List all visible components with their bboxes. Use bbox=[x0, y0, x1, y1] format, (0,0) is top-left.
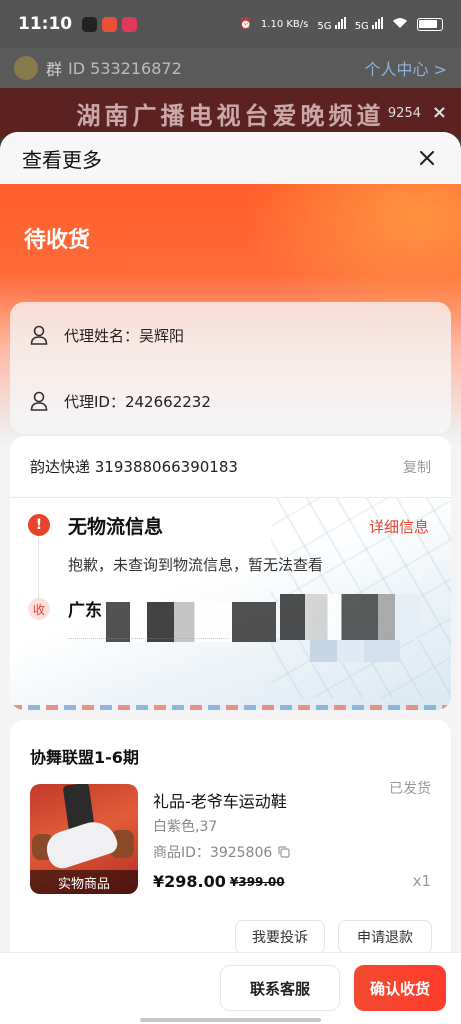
physical-goods-tag: 实物商品 bbox=[30, 870, 138, 894]
quantity: x1 bbox=[412, 872, 431, 890]
address-detail-line bbox=[68, 638, 228, 648]
refund-button[interactable]: 申请退款 bbox=[338, 920, 432, 954]
address-mosaic-3 bbox=[310, 640, 400, 662]
warning-icon: ! bbox=[28, 514, 50, 536]
order-status-title: 待收货 bbox=[24, 228, 91, 253]
no-logistics-title: 无物流信息 bbox=[68, 516, 164, 538]
background-app: 群 ID 533216872 个人中心 > 湖南广播电视台爱晚频道 9254 × bbox=[0, 48, 461, 138]
shop-name[interactable]: 协舞联盟1-6期 bbox=[30, 744, 139, 768]
shoe-illustration bbox=[42, 816, 120, 872]
battery-icon bbox=[417, 17, 443, 31]
signal-5g-1: 5G bbox=[317, 16, 346, 32]
app-pink-icon bbox=[122, 16, 138, 32]
net-speed: 1.10 KB/s bbox=[260, 18, 309, 30]
sheet-header: 查看更多 bbox=[0, 132, 461, 184]
home-indicator[interactable] bbox=[140, 1018, 321, 1022]
alarm-icon: ⏰ bbox=[239, 18, 252, 30]
product-id-row: 商品ID：3925806 bbox=[153, 842, 290, 862]
order-sheet: 查看更多 待收货 代理姓名：吴辉阳 代理ID：242662232 韵达快递 31… bbox=[0, 132, 461, 1024]
original-price: ¥399.00 bbox=[230, 875, 285, 889]
personal-center-link[interactable]: 个人中心 > bbox=[365, 56, 448, 80]
user-icon bbox=[30, 325, 48, 345]
close-icon[interactable] bbox=[415, 146, 439, 170]
channel-banner: 湖南广播电视台爱晚频道 9254 × bbox=[0, 88, 461, 138]
address-mosaic-2 bbox=[280, 594, 420, 640]
group-label: 群 bbox=[46, 60, 63, 79]
group-id: ID 533216872 bbox=[68, 58, 182, 78]
timeline-line bbox=[38, 526, 39, 604]
agent-name: 代理姓名：吴辉阳 bbox=[64, 326, 185, 345]
no-logistics-desc: 抱歉，未查询到物流信息，暂无法查看 bbox=[68, 556, 324, 574]
product-spec: 白紫色,37 bbox=[153, 819, 218, 835]
address-mosaic bbox=[106, 602, 276, 642]
logistics-map: ! 无物流信息 详细信息 抱歉，未查询到物流信息，暂无法查看 收 广东 bbox=[10, 498, 451, 710]
agent-name-row: 代理姓名：吴辉阳 bbox=[10, 302, 451, 368]
logistics-card: 韵达快递 319388066390183 复制 ! 无物流信息 详细信息 抱歉，… bbox=[10, 436, 451, 710]
price: ¥298.00 bbox=[153, 872, 226, 891]
tracking-number: 韵达快递 319388066390183 bbox=[30, 458, 238, 476]
copy-button[interactable]: 复制 bbox=[403, 457, 431, 477]
wifi-icon bbox=[392, 17, 408, 32]
agent-id-row: 代理ID：242662232 bbox=[10, 368, 451, 434]
status-bar: 11:10 ⏰ 1.10 KB/s 5G 5G bbox=[0, 0, 461, 48]
product-id: 商品ID：3925806 bbox=[153, 845, 273, 861]
receiver-icon: 收 bbox=[28, 598, 50, 620]
confirm-receipt-button[interactable]: 确认收货 bbox=[354, 965, 446, 1011]
order-card: 协舞联盟1-6期 实物商品 礼品-老爷车运动鞋 已发货 白紫色,37 商品ID：… bbox=[10, 720, 451, 970]
status-right: ⏰ 1.10 KB/s 5G 5G bbox=[239, 16, 443, 32]
notification-icons bbox=[82, 16, 138, 32]
app-red-icon bbox=[102, 16, 118, 32]
complain-button[interactable]: 我要投诉 bbox=[235, 920, 325, 954]
signal-5g-2: 5G bbox=[355, 16, 383, 32]
tiktok-icon bbox=[82, 16, 98, 32]
group-row: 群 ID 533216872 个人中心 > bbox=[0, 48, 461, 88]
status-time: 11:10 bbox=[18, 14, 73, 34]
tracking-row: 韵达快递 319388066390183 复制 bbox=[10, 436, 451, 498]
product-image[interactable]: 实物商品 bbox=[30, 784, 138, 894]
avatar bbox=[14, 56, 38, 80]
sheet-title: 查看更多 bbox=[22, 147, 102, 172]
copy-icon[interactable] bbox=[278, 846, 290, 858]
view-count: 9254 bbox=[387, 106, 421, 121]
product-name[interactable]: 礼品-老爷车运动鞋 bbox=[153, 788, 287, 812]
user-icon bbox=[30, 391, 48, 411]
airmail-border bbox=[10, 705, 451, 710]
banner-text: 湖南广播电视台爱晚频道 bbox=[76, 101, 385, 130]
detail-info-link[interactable]: 详细信息 bbox=[369, 516, 429, 537]
agent-id: 代理ID：242662232 bbox=[64, 392, 211, 411]
receiver-address: 广东 bbox=[68, 601, 102, 621]
bottom-action-bar: 联系客服 确认收货 bbox=[0, 952, 461, 1024]
contact-service-button[interactable]: 联系客服 bbox=[220, 965, 340, 1011]
banner-close-icon[interactable]: × bbox=[432, 102, 447, 123]
shipping-status: 已发货 bbox=[389, 781, 431, 797]
agent-card: 代理姓名：吴辉阳 代理ID：242662232 bbox=[10, 302, 451, 434]
